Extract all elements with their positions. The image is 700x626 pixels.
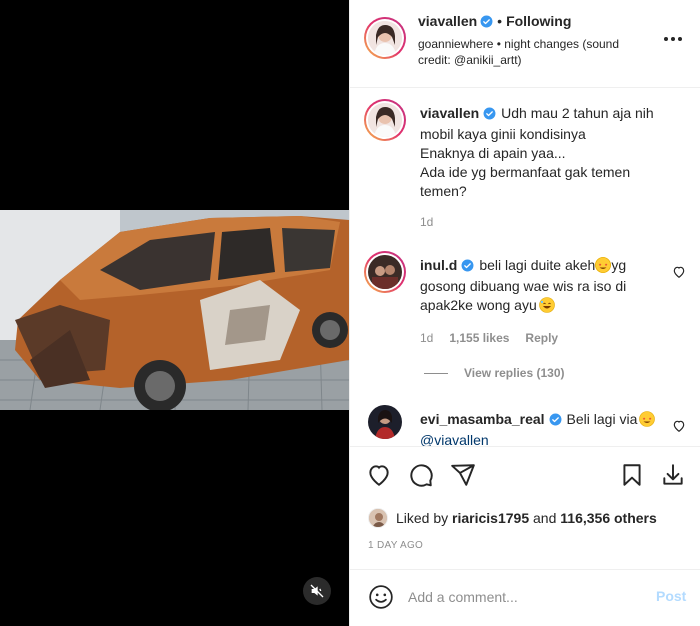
comment-text: evi_masamba_real Beli lagi via @viavallen [420,410,670,446]
caption-meta: 1d [420,215,449,229]
video-frame[interactable] [0,210,349,410]
liked-by: Liked by riaricis1795 and 116,356 others [368,508,657,528]
smiley-icon [369,585,393,609]
comment-bubble-icon [410,464,433,487]
liked-by-prefix: Liked by [396,510,449,526]
view-replies-button[interactable]: View replies (130) [424,366,565,380]
comment-text-a: Beli lagi via [566,411,638,427]
commenter-photo [368,255,402,289]
heart-outline-icon [673,420,685,432]
comment-likes[interactable]: 1,155 likes [449,331,509,345]
comment-age[interactable]: 1d [420,331,433,345]
caption-line-1: Udh mau 2 tahun aja nih [501,105,654,121]
caption-age[interactable]: 1d [420,215,433,229]
caption-line-2: mobil kaya ginii kondisinya [420,126,586,142]
caption-text: viavallen Udh mau 2 tahun aja nih mobil k… [420,104,670,201]
grinning-sweat-emoji-icon [538,297,555,313]
audio-attribution[interactable]: goanniewhere • night changes (sound cred… [418,36,648,68]
download-icon [663,464,683,485]
mute-button[interactable] [303,577,331,605]
like-button[interactable] [366,462,392,488]
liked-by-user[interactable]: riaricis1795 [452,510,529,526]
separator-dot: • [497,13,503,29]
share-button[interactable] [450,462,476,488]
comment-meta: 1d 1,155 likes Reply [420,331,574,345]
commenter-avatar[interactable] [368,405,402,439]
liked-by-and: and [533,510,557,526]
caption-username[interactable]: viavallen [420,105,479,121]
author-username[interactable]: viavallen [418,13,477,29]
more-options-button[interactable] [662,32,684,46]
mention-link[interactable]: @viavallen [420,432,489,446]
heart-outline-icon [673,266,685,278]
comment-composer: Post [350,569,700,626]
following-button[interactable]: Following [506,13,571,29]
download-button[interactable] [660,462,686,488]
replies-divider [424,372,448,374]
ellipsis-icon [664,37,682,41]
speaker-muted-icon [310,584,324,598]
post-panel: viavallen • Following goanniewhere • night… [349,0,700,626]
star-struck-emoji-icon [595,257,612,273]
caption-author-photo [368,103,402,137]
emoji-picker-button[interactable] [368,584,394,610]
comments-list[interactable]: viavallen Udh mau 2 tahun aja nih mobil k… [350,89,700,446]
likes-count[interactable]: 116,356 others [560,510,657,526]
liker-avatar[interactable] [368,508,388,528]
comment-text-a: beli lagi duite akeh [479,257,596,273]
view-replies-label[interactable]: View replies (130) [464,366,565,380]
post-media[interactable] [0,0,349,626]
commenter-photo [368,405,402,439]
comment-button[interactable] [408,462,434,488]
like-comment-button[interactable] [672,265,686,279]
heart-icon [369,465,389,486]
comment-input[interactable] [408,586,648,608]
verified-badge-icon [480,15,493,31]
verified-badge-icon [461,258,474,277]
comment-username[interactable]: evi_masamba_real [420,411,545,427]
comment-username[interactable]: inul.d [420,257,457,273]
verified-badge-icon [549,412,562,431]
author-avatar[interactable] [364,17,406,59]
send-paper-plane-icon [451,464,475,486]
burned-car-image [0,210,349,410]
bookmark-icon [623,464,641,486]
like-comment-button[interactable] [672,419,686,433]
reply-button[interactable]: Reply [525,331,558,345]
post-comment-button[interactable]: Post [656,588,686,604]
caption-avatar[interactable] [364,99,406,141]
commenter-avatar[interactable] [364,251,406,293]
post-actions: Liked by riaricis1795 and 116,356 others… [350,446,700,581]
save-button[interactable] [619,462,645,488]
comment-text: inul.d beli lagi duite akeh yg gosong dibu… [420,256,670,315]
author-photo [368,21,402,55]
liker-photo [369,509,387,527]
star-struck-emoji-icon [639,411,656,427]
verified-badge-icon [483,106,496,125]
post-timestamp[interactable]: 1 day ago [368,540,423,551]
caption-line-4: Ada ide yg bermanfaat gak temen temen? [420,164,631,199]
post-header: viavallen • Following goanniewhere • night… [350,0,700,88]
caption-line-3: Enaknya di apain yaa... [420,145,566,161]
